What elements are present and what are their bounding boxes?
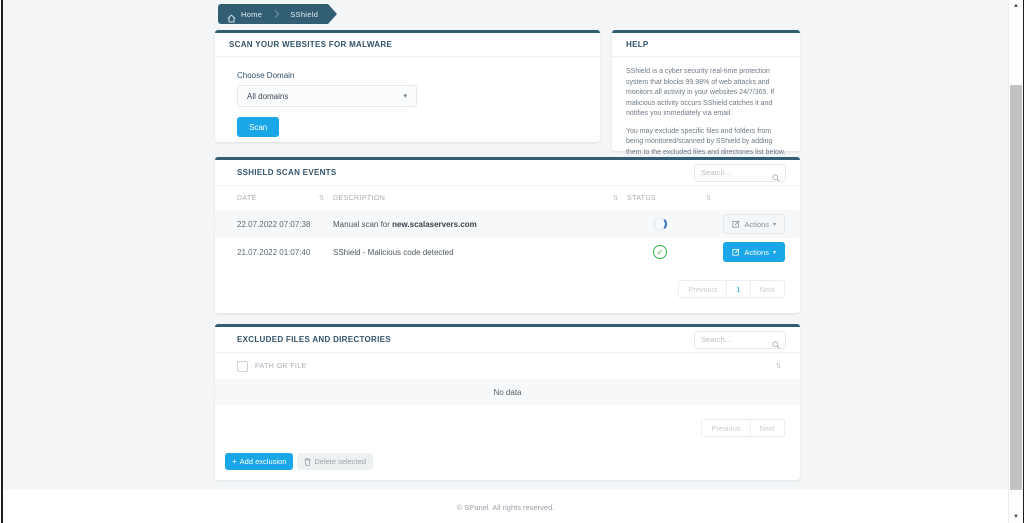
next-page-button[interactable]: Next <box>749 419 785 437</box>
breadcrumb-arrow-tip <box>328 4 338 24</box>
search-icon <box>772 336 780 348</box>
plus-icon: + <box>232 457 237 466</box>
next-page-button[interactable]: Next <box>749 280 785 298</box>
excluded-search-box <box>694 330 786 349</box>
event-description-text: Manual scan for <box>333 219 393 229</box>
page-number-button[interactable]: 1 <box>726 280 751 298</box>
event-description-domain: new.scalaservers.com <box>392 219 477 229</box>
column-header-description: DESCRIPTION <box>333 194 386 202</box>
no-data-row: No data <box>215 379 800 405</box>
chevron-down-icon: ▾ <box>772 221 776 228</box>
spinner-icon <box>653 217 667 231</box>
scan-events-card: SSHIELD SCAN EVENTS DATE ⇅ DESCRIPTION ⇅… <box>215 157 800 313</box>
delete-selected-label: Delete selected <box>314 457 367 466</box>
scan-card: SCAN YOUR WEBSITES FOR MALWARE Choose Do… <box>215 30 600 142</box>
home-icon <box>227 10 236 22</box>
events-search-input[interactable] <box>701 168 772 177</box>
event-date: 22.07.2022 07:07:38 <box>237 219 311 229</box>
column-header-path: PATH OR FILE <box>255 362 307 370</box>
events-pagination: Previous 1 Next <box>215 280 785 298</box>
trash-icon <box>304 457 311 466</box>
event-description: Manual scan for new.scalaservers.com <box>333 220 627 229</box>
breadcrumb-separator-icon <box>270 9 280 19</box>
chevron-down-icon: ▾ <box>403 93 407 100</box>
column-header-status: STATUS <box>627 194 656 202</box>
edit-icon <box>732 248 740 256</box>
excluded-table-header: PATH OR FILE ⇅ <box>215 353 800 379</box>
event-status-cell: ✓ <box>627 245 720 259</box>
footer-copyright: © SPanel. All rights reserved. <box>456 503 555 512</box>
success-icon: ✓ <box>653 245 667 259</box>
scan-button[interactable]: Scan <box>237 117 280 137</box>
excluded-search-input[interactable] <box>701 335 772 344</box>
help-paragraph-2: You may exclude specific files and folde… <box>626 127 786 156</box>
event-description-text: SShield - Malicious code detected <box>333 247 454 257</box>
actions-button[interactable]: Actions ▾ <box>723 242 785 262</box>
scan-events-title: SSHIELD SCAN EVENTS <box>237 168 337 177</box>
previous-page-button[interactable]: Previous <box>678 280 728 298</box>
excluded-pagination: Previous Next <box>215 419 785 437</box>
delete-selected-button[interactable]: Delete selected <box>297 453 374 470</box>
domain-select[interactable]: All domains ▾ <box>237 85 417 107</box>
help-card-title: HELP <box>626 40 649 49</box>
breadcrumb: Home SShield <box>218 4 338 24</box>
actions-button-label: Actions <box>744 219 769 229</box>
actions-button[interactable]: Actions ▾ <box>723 214 785 234</box>
excluded-files-title: EXCLUDED FILES AND DIRECTORIES <box>237 335 391 344</box>
scan-card-title: SCAN YOUR WEBSITES FOR MALWARE <box>229 40 393 49</box>
actions-button-label: Actions <box>744 247 769 257</box>
scroll-down-icon[interactable]: ▼ <box>1009 511 1023 523</box>
excluded-files-card: EXCLUDED FILES AND DIRECTORIES PATH OR F… <box>215 324 800 480</box>
events-search-box <box>694 163 786 182</box>
add-exclusion-label: Add exclusion <box>239 457 287 466</box>
event-status-cell <box>627 217 720 231</box>
edit-icon <box>732 220 740 228</box>
breadcrumb-home[interactable]: Home <box>241 10 262 19</box>
choose-domain-label: Choose Domain <box>237 71 295 80</box>
sort-icon[interactable]: ⇅ <box>706 194 720 202</box>
help-card: HELP SShield is a cyber security real-ti… <box>612 30 800 156</box>
event-date: 21.07.2022 01:07:40 <box>237 247 311 257</box>
scroll-up-icon[interactable]: ▲ <box>1009 0 1023 12</box>
table-row: 21.07.2022 01:07:40 SShield - Malicious … <box>215 238 800 266</box>
chevron-down-icon: ▾ <box>772 249 776 256</box>
column-header-date: DATE <box>237 194 257 202</box>
select-all-checkbox[interactable] <box>237 360 248 372</box>
sort-icon[interactable]: ⇅ <box>776 362 782 370</box>
scrollbar-thumb[interactable] <box>1010 85 1022 490</box>
vertical-scrollbar[interactable]: ▲ ▼ <box>1008 0 1023 523</box>
window-left-border <box>1 0 3 523</box>
search-icon <box>772 169 780 181</box>
previous-page-button[interactable]: Previous <box>701 419 751 437</box>
help-paragraph-1: SShield is a cyber security real-time pr… <box>626 68 775 117</box>
breadcrumb-current: SShield <box>290 9 319 19</box>
domain-select-value: All domains <box>247 91 289 101</box>
sort-icon[interactable]: ⇅ <box>613 194 627 202</box>
sort-icon[interactable]: ⇅ <box>319 194 333 202</box>
add-exclusion-button[interactable]: + Add exclusion <box>225 453 294 470</box>
events-table-header: DATE ⇅ DESCRIPTION ⇅ STATUS ⇅ <box>215 186 800 210</box>
event-description: SShield - Malicious code detected <box>333 248 627 257</box>
table-row: 22.07.2022 07:07:38 Manual scan for new.… <box>215 210 800 238</box>
